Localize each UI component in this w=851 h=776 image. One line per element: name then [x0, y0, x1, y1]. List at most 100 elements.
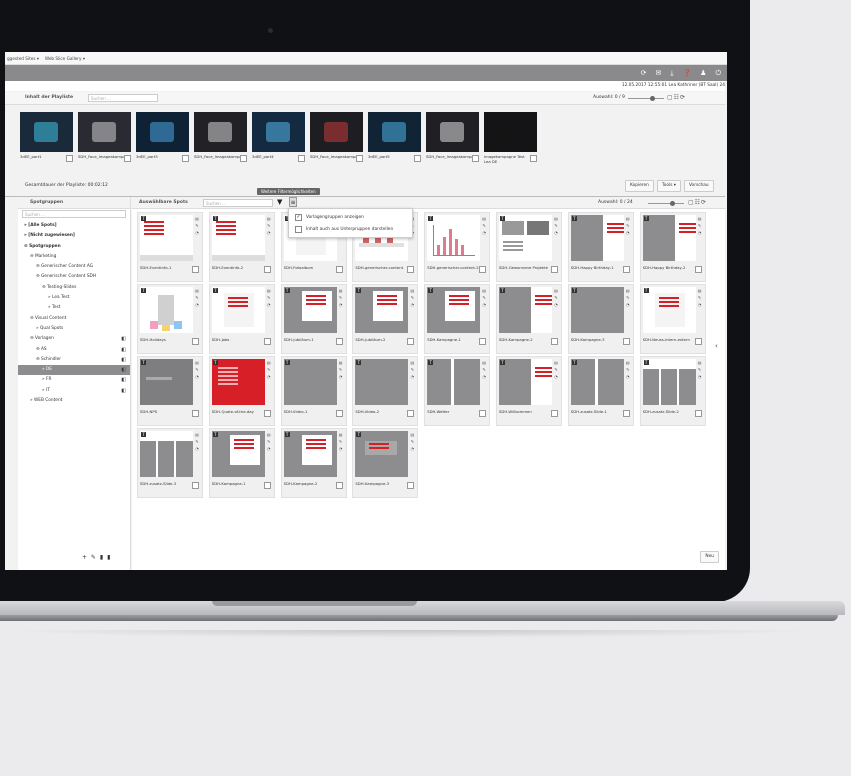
tree-node[interactable]: » WEB Content	[18, 396, 130, 406]
refresh-icon[interactable]: ◔	[408, 445, 416, 452]
spot-card[interactable]: T ▤ ✎ ◔ SDH-Holidays	[137, 284, 203, 354]
spot-card[interactable]: T ▤ ✎ ◔ SDH-zusatz-Slide-3	[137, 428, 203, 498]
tree-node[interactable]: » Qual Spots	[18, 324, 130, 334]
refresh-icon[interactable]: ◔	[624, 229, 632, 236]
checkbox[interactable]	[407, 338, 415, 345]
refresh-icon[interactable]: ◔	[408, 301, 416, 308]
info-icon[interactable]: ▤	[624, 215, 632, 222]
checkbox[interactable]	[182, 155, 189, 162]
info-icon[interactable]: ▤	[480, 359, 488, 366]
checkbox[interactable]	[694, 410, 702, 417]
spot-card[interactable]: T ▤ ✎ ◔ SDH-NPS	[137, 356, 203, 426]
refresh-icon[interactable]: ⟳	[641, 69, 647, 77]
bookmark-web-slice-gallery[interactable]: Web Slice Gallery ▾	[45, 56, 85, 61]
checkbox[interactable]	[694, 266, 702, 273]
checkbox[interactable]	[407, 410, 415, 417]
download-icon[interactable]: ⤓	[670, 69, 673, 78]
refresh-icon[interactable]: ◔	[265, 229, 273, 236]
checkbox[interactable]	[192, 410, 199, 417]
refresh-icon[interactable]: ◔	[696, 229, 704, 236]
playlist-item[interactable]: SDH_Face_Imageakampagne_Aafe	[310, 112, 363, 168]
refresh-icon[interactable]: ◔	[480, 373, 488, 380]
info-icon[interactable]: ▤	[265, 287, 273, 294]
bookmark-suggested-sites[interactable]: ggested Sites ▾	[7, 56, 39, 61]
info-icon[interactable]: ▤	[624, 359, 632, 366]
tree-node[interactable]: » DE ◧	[18, 365, 130, 376]
checkbox[interactable]	[335, 338, 343, 345]
edit-icon[interactable]: ✎	[552, 222, 560, 229]
spot-card[interactable]: T ▤ ✎ ◔ SDH-zusatz-Slide-2	[639, 356, 706, 426]
checkbox[interactable]	[551, 338, 558, 345]
tree-node[interactable]: » IT ◧	[18, 386, 130, 396]
spot-card[interactable]: T ▤ ✎ ◔ SDH-Kampagne-3	[352, 428, 419, 498]
spot-card[interactable]: T ▤ ✎ ◔ SDH-Wetter	[424, 356, 491, 426]
spot-card[interactable]: T ▤ ✎ ◔ SDH-Video-1	[280, 356, 347, 426]
info-icon[interactable]: ▤	[337, 287, 345, 294]
refresh-icon[interactable]: ◔	[696, 373, 704, 380]
checkbox[interactable]	[335, 482, 343, 489]
edit-icon[interactable]: ✎	[337, 366, 345, 373]
tree-node[interactable]: ⊖ Testing-Slides	[18, 283, 130, 293]
playlist-item[interactable]: Imagekampagne Test Lea DE	[484, 112, 537, 168]
spot-card[interactable]: T ▤ ✎ ◔ SDH-Kampagne-1	[424, 284, 491, 354]
info-icon[interactable]: ▤	[408, 431, 416, 438]
spot-card[interactable]: T ▤ ✎ ◔ SDH-generischer-content-2	[424, 212, 491, 282]
checkbox[interactable]	[622, 410, 630, 417]
info-icon[interactable]: ▤	[696, 287, 704, 294]
edit-icon[interactable]: ✎	[265, 366, 273, 373]
checkbox[interactable]	[622, 338, 630, 345]
info-icon[interactable]: ▤	[265, 215, 273, 222]
spot-card[interactable]: T ▤ ✎ ◔ SDH-Kampagne-2	[496, 284, 562, 354]
spot-card[interactable]: T ▤ ✎ ◔ SDH-Jubiläum-2	[352, 284, 419, 354]
checkbox[interactable]	[414, 155, 421, 162]
tree-node[interactable]: ⊖ Generischer Content AG	[18, 262, 130, 272]
info-icon[interactable]: ▤	[696, 215, 704, 222]
info-icon[interactable]: ▤	[552, 287, 560, 294]
playlist-search-input[interactable]: Suchen ...	[88, 94, 158, 102]
tree-node[interactable]: ⊖ Marketing	[18, 252, 130, 262]
info-icon[interactable]: ▤	[193, 431, 201, 438]
playlist-item[interactable]: 3dEE_part4	[252, 112, 305, 168]
more-filter-button[interactable]: ≡	[289, 197, 297, 207]
menu-item-show-templates[interactable]: ✓ Vorlagengruppen anzeigen	[295, 214, 364, 221]
tree-node[interactable]: ⊖ AS ◧	[18, 345, 130, 355]
slider-knob[interactable]	[650, 96, 655, 101]
refresh-icon[interactable]: ◔	[480, 301, 488, 308]
spot-card[interactable]: T ▤ ✎ ◔ SDH-Quote-of-the-day	[208, 356, 275, 426]
checkbox[interactable]	[263, 338, 271, 345]
checkbox[interactable]	[472, 155, 479, 162]
info-icon[interactable]: ▤	[337, 431, 345, 438]
info-icon[interactable]: ▤	[408, 287, 416, 294]
view-toggle-icons[interactable]: ▢☷⟳	[667, 94, 686, 101]
edit-icon[interactable]: ✎	[408, 438, 416, 445]
edit-icon[interactable]: ✎	[696, 294, 704, 301]
edit-icon[interactable]: ✎	[480, 294, 488, 301]
edit-icon[interactable]: ✎	[193, 294, 201, 301]
playlist-item[interactable]: SDH_Face_Imageakampagne_Rug	[194, 112, 247, 168]
edit-icon[interactable]: ✎	[624, 294, 632, 301]
spot-card[interactable]: T ▤ ✎ ◔ SDH-Eventinfo-2	[208, 212, 275, 282]
checkbox[interactable]	[551, 410, 558, 417]
spot-card[interactable]: T ▤ ✎ ◔ SDH-Video-2	[352, 356, 419, 426]
refresh-icon[interactable]: ◔	[337, 445, 345, 452]
info-icon[interactable]: ▤	[193, 287, 201, 294]
info-icon[interactable]: ▤	[337, 359, 345, 366]
refresh-icon[interactable]: ◔	[552, 301, 560, 308]
mail-icon[interactable]: ✉	[655, 69, 661, 77]
refresh-icon[interactable]: ◔	[408, 373, 416, 380]
checkbox[interactable]	[295, 226, 302, 233]
checkbox[interactable]	[263, 482, 271, 489]
power-icon[interactable]: ⏻	[715, 69, 721, 78]
spot-card[interactable]: T ▤ ✎ ◔ SDH-Kampagne-3	[567, 284, 634, 354]
refresh-icon[interactable]: ◔	[624, 301, 632, 308]
checkbox[interactable]	[356, 155, 363, 162]
refresh-icon[interactable]: ◔	[265, 301, 273, 308]
refresh-icon[interactable]: ◔	[193, 229, 201, 236]
playlist-zoom-slider[interactable]	[628, 96, 664, 101]
edit-icon[interactable]: ✎	[193, 438, 201, 445]
spot-card[interactable]: T ▤ ✎ ◔ SDH-Jobs	[208, 284, 275, 354]
edit-icon[interactable]: ✎	[552, 366, 560, 373]
spot-card[interactable]: T ▤ ✎ ◔ SDH-Happy Birthday-2	[639, 212, 706, 282]
copy-button[interactable]: Kopieren	[625, 180, 654, 192]
spot-card[interactable]: T ▤ ✎ ◔ SDH-Neuss-intern-extern	[639, 284, 706, 354]
